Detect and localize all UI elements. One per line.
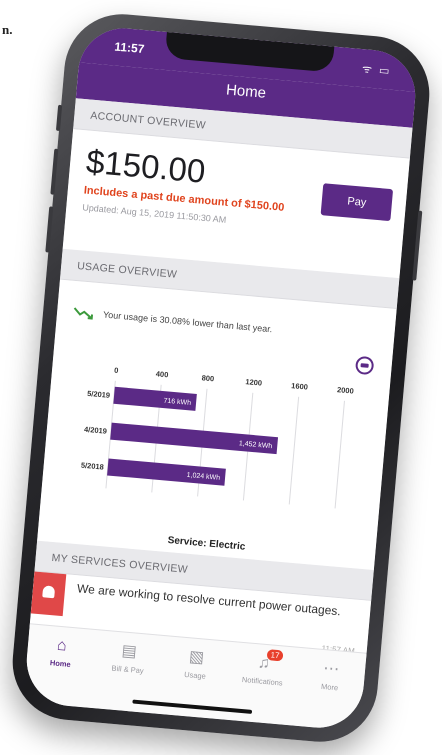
status-time: 11:57 <box>113 39 146 57</box>
tab-more-label: More <box>320 681 339 693</box>
tab-notifications-label: Notifications <box>241 674 284 688</box>
bill-icon: ▤ <box>120 642 138 661</box>
corner-text-fragment: n. <box>2 22 13 37</box>
chart-x-tick-label: 1200 <box>245 377 262 387</box>
usage-overview-card[interactable]: Your usage is 30.08% lower than last yea… <box>37 279 397 571</box>
tab-bill-pay-label: Bill & Pay <box>111 663 145 676</box>
usage-trend-text: Your usage is 30.08% lower than last yea… <box>102 309 273 335</box>
chart-category-label: 5/2019 <box>87 389 111 400</box>
wifi-battery-icon: ᯤ ▭ <box>361 63 392 78</box>
pay-button[interactable]: Pay <box>320 183 394 222</box>
chart-x-tick-label: 400 <box>155 369 168 379</box>
home-icon: ⌂ <box>56 636 68 655</box>
chart-x-tick-label: 800 <box>201 373 214 383</box>
bell-icon: ♫ <box>257 654 271 673</box>
usage-bar-chart: 0 400 800 1200 1600 20005/2019716 kWh4/20191,… <box>81 366 354 509</box>
chart-gridline <box>334 400 345 509</box>
meter-icon[interactable] <box>354 355 375 376</box>
more-icon: ⋯ <box>322 660 340 679</box>
tab-more[interactable]: ⋯ More <box>292 648 366 732</box>
chart-category-label: 4/2019 <box>84 425 108 436</box>
phone-device: 11:57 ᯤ ▭ Home ACCOUNT OVERVIEW $150.00 … <box>7 9 435 747</box>
tab-usage-label: Usage <box>183 669 207 681</box>
chart-gridline <box>288 396 300 505</box>
alert-badge <box>30 571 67 617</box>
usage-trend-row: Your usage is 30.08% lower than last yea… <box>73 305 379 346</box>
tab-home-label: Home <box>49 658 72 669</box>
bell-icon <box>42 585 56 599</box>
usage-icon: ▧ <box>188 648 205 667</box>
tab-home[interactable]: ⌂ Home <box>23 624 97 708</box>
chart-bar <box>110 422 279 455</box>
phone-screen: 11:57 ᯤ ▭ Home ACCOUNT OVERVIEW $150.00 … <box>23 24 419 732</box>
page-title: Home <box>225 81 267 102</box>
chart-x-tick-label: 2000 <box>337 385 354 395</box>
chart-x-tick-label: 1600 <box>291 381 308 391</box>
trend-down-icon <box>73 307 94 320</box>
chart-category-label: 5/2018 <box>81 461 105 472</box>
chart-x-tick-label: 0 <box>114 366 119 375</box>
tab-notifications[interactable]: ♫ 17 Notifications <box>225 642 299 726</box>
chart-bar <box>107 458 226 486</box>
